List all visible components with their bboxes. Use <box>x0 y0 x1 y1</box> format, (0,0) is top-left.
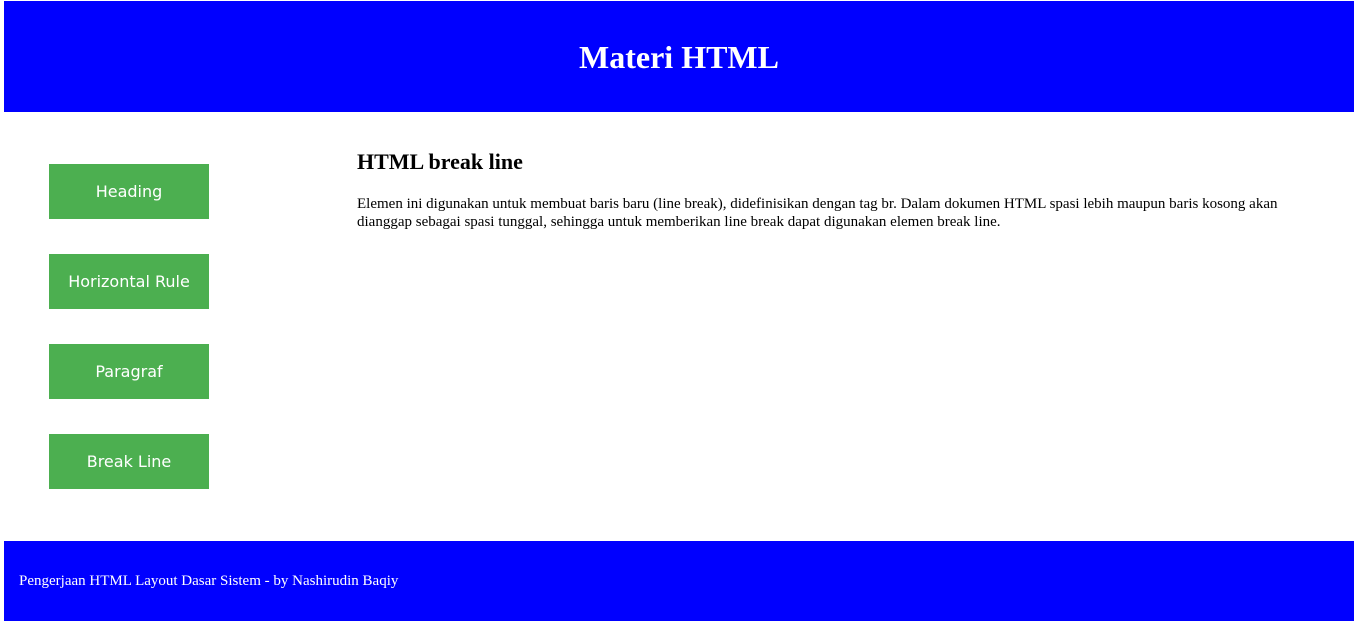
footer-text: Pengerjaan HTML Layout Dasar Sistem - by… <box>19 572 399 589</box>
nav-button-horizontal-rule[interactable]: Horizontal Rule <box>49 254 209 309</box>
nav-button-paragraf[interactable]: Paragraf <box>49 344 209 399</box>
section-heading: HTML break line <box>357 149 523 174</box>
page-title: Materi HTML <box>579 38 779 75</box>
main-content: HTML break line Elemen ini digunakan unt… <box>357 149 1317 231</box>
sidebar-nav: Heading Horizontal Rule Paragraf Break L… <box>49 164 209 524</box>
nav-button-heading[interactable]: Heading <box>49 164 209 219</box>
section-paragraph: Elemen ini digunakan untuk membuat baris… <box>357 196 1278 231</box>
nav-button-break-line[interactable]: Break Line <box>49 434 209 489</box>
page-footer: Pengerjaan HTML Layout Dasar Sistem - by… <box>4 541 1354 621</box>
page-header: Materi HTML <box>4 1 1354 112</box>
